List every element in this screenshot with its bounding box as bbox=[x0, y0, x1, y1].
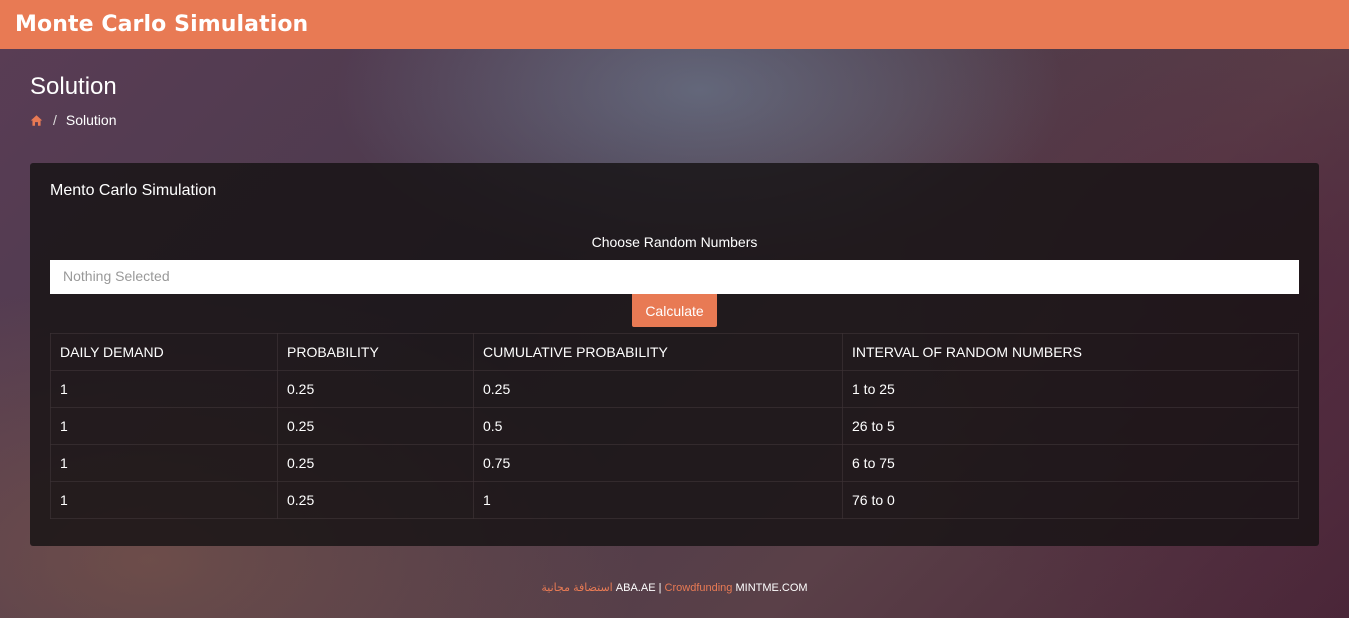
cell-daily-demand: 1 bbox=[50, 370, 278, 408]
header-cumulative-probability: CUMULATIVE PROBABILITY bbox=[473, 333, 843, 371]
header-interval: INTERVAL OF RANDOM NUMBERS bbox=[842, 333, 1299, 371]
footer-site-mintme[interactable]: MINTME.COM bbox=[735, 582, 807, 594]
cell-daily-demand: 1 bbox=[50, 407, 278, 445]
header-daily-demand: DAILY DEMAND bbox=[50, 333, 278, 371]
calculate-button[interactable]: Calculate bbox=[632, 294, 717, 327]
cell-probability: 0.25 bbox=[277, 444, 474, 482]
cell-daily-demand: 1 bbox=[50, 481, 278, 519]
cell-cumulative-probability: 0.5 bbox=[473, 407, 843, 445]
demand-table: DAILY DEMAND PROBABILITY CUMULATIVE PROB… bbox=[50, 333, 1299, 519]
home-icon[interactable] bbox=[30, 114, 43, 127]
footer-arabic-link[interactable]: استضافة مجانية bbox=[541, 582, 612, 594]
cell-cumulative-probability: 0.25 bbox=[473, 370, 843, 408]
footer-crowdfunding-link[interactable]: Crowdfunding bbox=[665, 582, 733, 594]
cell-daily-demand: 1 bbox=[50, 444, 278, 482]
cell-interval: 1 to 25 bbox=[842, 370, 1299, 408]
cell-probability: 0.25 bbox=[277, 407, 474, 445]
panel-title: Mento Carlo Simulation bbox=[50, 182, 217, 199]
table-row: 1 0.25 0.5 26 to 5 bbox=[50, 407, 1299, 445]
breadcrumb: / Solution bbox=[30, 112, 116, 128]
breadcrumb-separator: / bbox=[53, 112, 57, 128]
top-navbar: Monte Carlo Simulation bbox=[0, 0, 1349, 49]
cell-cumulative-probability: 1 bbox=[473, 481, 843, 519]
header-probability: PROBABILITY bbox=[277, 333, 474, 371]
table-row: 1 0.25 0.25 1 to 25 bbox=[50, 370, 1299, 408]
cell-interval: 6 to 75 bbox=[842, 444, 1299, 482]
table-row: 1 0.25 0.75 6 to 75 bbox=[50, 444, 1299, 482]
cell-interval: 76 to 0 bbox=[842, 481, 1299, 519]
cell-probability: 0.25 bbox=[277, 370, 474, 408]
app-title[interactable]: Monte Carlo Simulation bbox=[15, 12, 308, 37]
cell-interval: 26 to 5 bbox=[842, 407, 1299, 445]
table-header-row: DAILY DEMAND PROBABILITY CUMULATIVE PROB… bbox=[50, 333, 1299, 371]
choose-random-numbers-label: Choose Random Numbers bbox=[591, 234, 758, 250]
cell-cumulative-probability: 0.75 bbox=[473, 444, 843, 482]
simulation-panel: Mento Carlo Simulation Choose Random Num… bbox=[30, 163, 1319, 546]
table-row: 1 0.25 1 76 to 0 bbox=[50, 481, 1299, 519]
footer-site-aba[interactable]: ABA.AE bbox=[616, 582, 656, 594]
page-title: Solution bbox=[30, 73, 117, 100]
random-numbers-select[interactable]: Nothing Selected bbox=[50, 260, 1299, 294]
footer-divider: | bbox=[658, 582, 662, 594]
cell-probability: 0.25 bbox=[277, 481, 474, 519]
breadcrumb-current: Solution bbox=[65, 112, 117, 128]
footer: استضافة مجانية ABA.AE | Crowdfunding MIN… bbox=[0, 581, 1349, 594]
